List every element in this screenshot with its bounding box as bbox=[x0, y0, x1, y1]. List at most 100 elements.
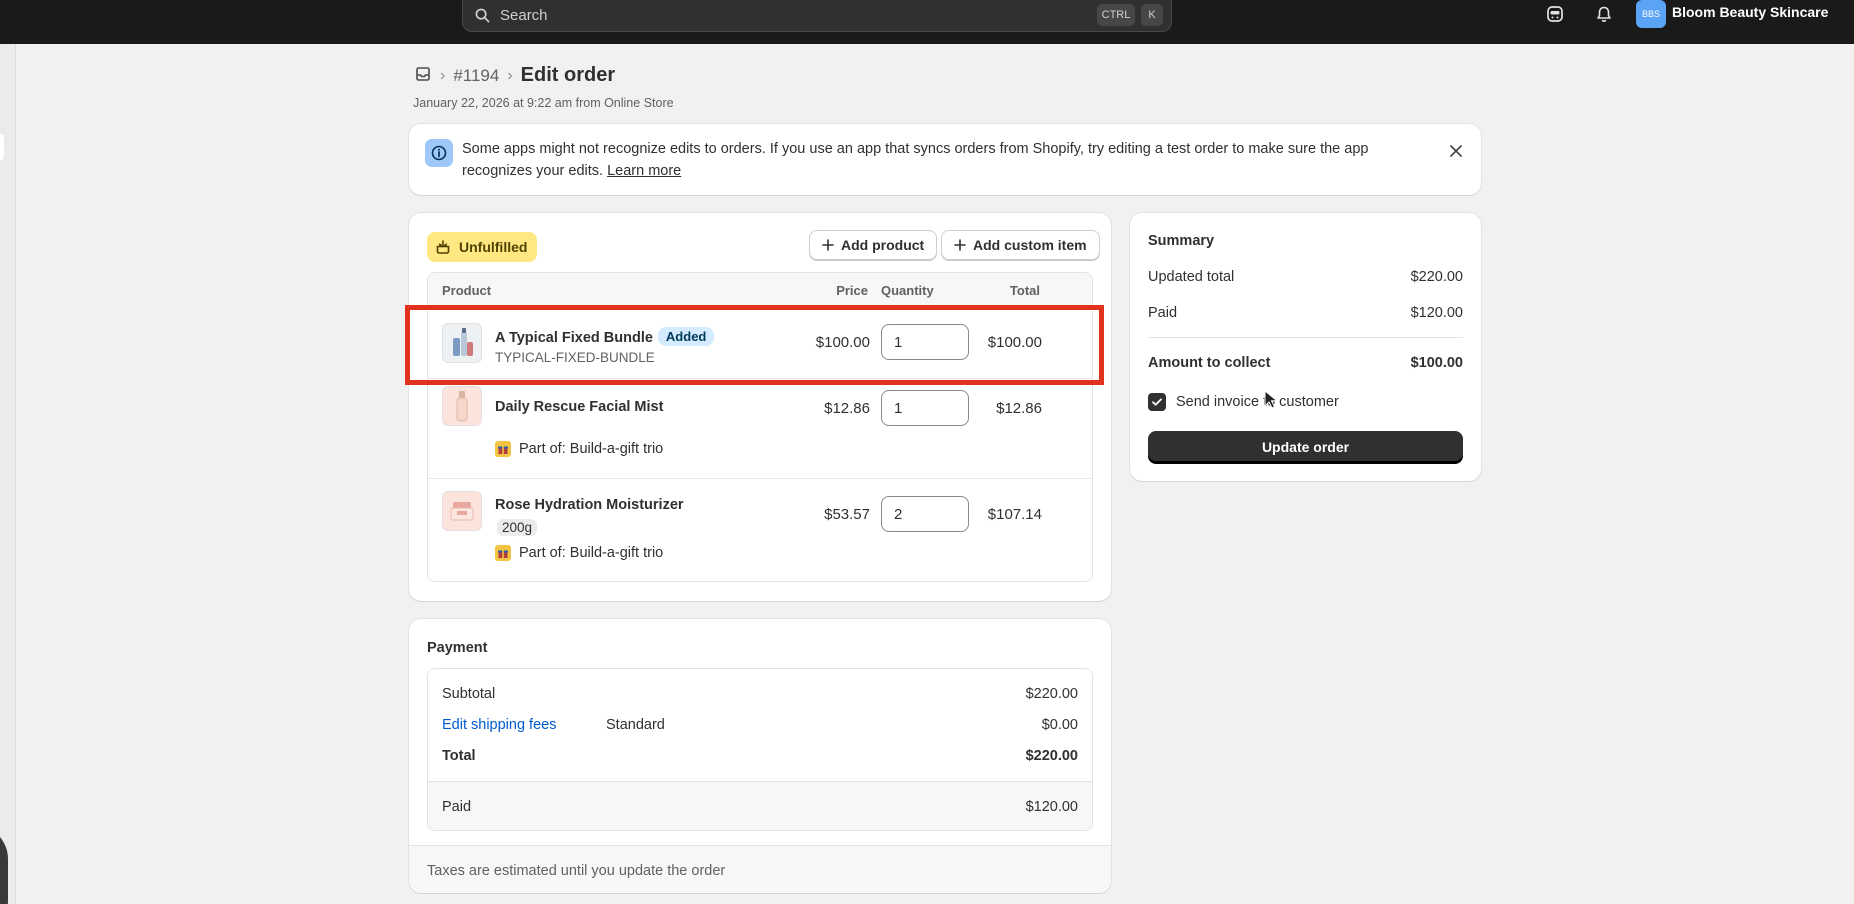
gift-icon bbox=[495, 441, 511, 457]
updated-total-label: Updated total bbox=[1148, 269, 1235, 285]
payment-card: Payment Subtotal $220.00 Edit shipping f… bbox=[409, 619, 1111, 893]
product-sku: TYPICAL-FIXED-BUNDLE bbox=[495, 350, 655, 365]
add-custom-item-label: Add custom item bbox=[973, 237, 1087, 253]
paid-section: Paid $120.00 bbox=[428, 781, 1092, 830]
bundle-membership: Part of: Build-a-gift trio bbox=[495, 545, 663, 561]
add-product-label: Add product bbox=[841, 237, 925, 253]
table-row: Daily Rescue Facial Mist Part of: Build-… bbox=[428, 379, 1092, 479]
search-icon bbox=[475, 8, 490, 23]
checkmark-icon bbox=[1152, 398, 1162, 406]
product-price: $53.57 bbox=[824, 506, 870, 523]
store-name[interactable]: Bloom Beauty Skincare bbox=[1672, 4, 1828, 20]
bell-icon[interactable] bbox=[1589, 0, 1619, 28]
product-price: $12.86 bbox=[824, 400, 870, 417]
plus-icon bbox=[822, 239, 834, 251]
quantity-input[interactable] bbox=[881, 324, 969, 360]
line-total: $100.00 bbox=[987, 334, 1042, 351]
line-total: $107.14 bbox=[987, 506, 1042, 523]
shortcut-ctrl: CTRL bbox=[1097, 4, 1135, 26]
sidebar-active-marker bbox=[0, 134, 4, 160]
table-row: A Typical Fixed Bundle Added TYPICAL-FIXE… bbox=[428, 307, 1092, 379]
moisturizer-jar-icon bbox=[450, 502, 474, 521]
add-custom-item-button[interactable]: Add custom item bbox=[941, 230, 1100, 260]
product-thumbnail bbox=[442, 491, 482, 531]
learn-more-link[interactable]: Learn more bbox=[607, 163, 681, 179]
bundle-membership: Part of: Build-a-gift trio bbox=[495, 441, 663, 457]
subtotal-label: Subtotal bbox=[442, 686, 496, 702]
info-banner: Some apps might not recognize edits to o… bbox=[409, 124, 1481, 195]
part-of-label: Part of: Build-a-gift trio bbox=[519, 545, 664, 561]
payment-breakdown: Subtotal $220.00 Edit shipping fees Stan… bbox=[427, 668, 1093, 831]
product-price: $100.00 bbox=[815, 334, 870, 351]
line-items-card: Unfulfilled Add product Add custom item … bbox=[409, 213, 1111, 601]
mist-bottle-icon bbox=[456, 391, 468, 422]
tax-note: Taxes are estimated until you update the… bbox=[427, 863, 726, 879]
breadcrumb-order-number[interactable]: #1194 bbox=[453, 66, 499, 86]
send-invoice-label[interactable]: Send invoice to customer bbox=[1176, 394, 1339, 410]
orders-icon[interactable] bbox=[414, 65, 432, 87]
amount-to-collect-label: Amount to collect bbox=[1148, 355, 1271, 371]
sidebar-edge bbox=[0, 44, 16, 904]
summary-divider bbox=[1148, 337, 1463, 338]
column-quantity: Quantity bbox=[881, 283, 934, 298]
search-placeholder: Search bbox=[500, 7, 548, 24]
add-product-button[interactable]: Add product bbox=[809, 230, 938, 260]
order-date: January 22, 2026 at 9:22 am from Online … bbox=[413, 96, 674, 110]
amount-to-collect-value: $100.00 bbox=[1410, 355, 1463, 371]
banner-text: Some apps might not recognize edits to o… bbox=[462, 138, 1442, 182]
sidekick-icon[interactable] bbox=[1540, 0, 1570, 28]
edit-shipping-fees-link[interactable]: Edit shipping fees bbox=[442, 717, 556, 733]
shortcut-k: K bbox=[1141, 4, 1163, 26]
payment-paid-value: $120.00 bbox=[1025, 799, 1078, 815]
variant-badge: 200g bbox=[497, 519, 538, 536]
info-icon bbox=[425, 139, 453, 167]
close-icon[interactable] bbox=[1445, 140, 1467, 162]
subtotal-row: Subtotal $220.00 bbox=[442, 686, 1078, 702]
quantity-input[interactable] bbox=[881, 390, 969, 426]
paid-value: $120.00 bbox=[1410, 305, 1463, 321]
bundle-product-icon bbox=[453, 328, 473, 356]
quantity-input[interactable] bbox=[881, 496, 969, 532]
product-name-text: A Typical Fixed Bundle bbox=[495, 330, 653, 346]
total-label: Total bbox=[442, 748, 476, 764]
paid-row: Paid $120.00 bbox=[1148, 305, 1463, 321]
added-badge: Added bbox=[657, 327, 715, 346]
top-bar: Search CTRL K BBS Bloom Beauty Skincare bbox=[0, 0, 1854, 44]
store-avatar[interactable]: BBS bbox=[1636, 0, 1666, 28]
fulfillment-icon bbox=[436, 240, 450, 254]
send-invoice-checkbox[interactable] bbox=[1148, 393, 1166, 411]
shipping-row: Edit shipping fees Standard $0.00 bbox=[442, 717, 1078, 733]
total-value: $220.00 bbox=[1025, 748, 1078, 764]
unfulfilled-badge: Unfulfilled bbox=[427, 232, 538, 262]
chevron-right-icon: › bbox=[440, 66, 446, 84]
mouse-cursor-icon bbox=[1264, 390, 1278, 409]
search-bar[interactable]: Search CTRL K bbox=[462, 0, 1172, 32]
update-order-button[interactable]: Update order bbox=[1148, 431, 1463, 463]
shipping-method: Standard bbox=[606, 717, 665, 733]
subtotal-value: $220.00 bbox=[1025, 686, 1078, 702]
column-product: Product bbox=[442, 283, 492, 298]
line-total: $12.86 bbox=[996, 400, 1042, 417]
payment-paid-label: Paid bbox=[442, 799, 472, 815]
column-total: Total bbox=[1009, 283, 1040, 298]
page-title: Edit order bbox=[520, 64, 616, 86]
product-name: Rose Hydration Moisturizer bbox=[495, 497, 684, 513]
updated-total-value: $220.00 bbox=[1410, 269, 1463, 285]
summary-card: Summary Updated total $220.00 Paid $120.… bbox=[1130, 213, 1481, 481]
amount-to-collect-row: Amount to collect $100.00 bbox=[1148, 355, 1463, 371]
breadcrumb: › #1194 › Edit order bbox=[414, 64, 615, 87]
tax-note-footer: Taxes are estimated until you update the… bbox=[409, 845, 1111, 893]
product-thumbnail bbox=[442, 323, 482, 363]
table-header: Product Price Quantity Total bbox=[428, 273, 1092, 307]
updated-total-row: Updated total $220.00 bbox=[1148, 269, 1463, 285]
payment-title: Payment bbox=[427, 640, 488, 656]
product-name: A Typical Fixed Bundle Added bbox=[495, 327, 715, 346]
chevron-right-icon: › bbox=[507, 66, 513, 84]
paid-label: Paid bbox=[1148, 305, 1178, 321]
table-row: Rose Hydration Moisturizer 200g Part of:… bbox=[428, 479, 1092, 581]
product-thumbnail bbox=[442, 386, 482, 426]
plus-icon bbox=[954, 239, 966, 251]
summary-title: Summary bbox=[1148, 233, 1215, 249]
gift-icon bbox=[495, 545, 511, 561]
line-items-table: Product Price Quantity Total A Typical F… bbox=[427, 272, 1093, 582]
